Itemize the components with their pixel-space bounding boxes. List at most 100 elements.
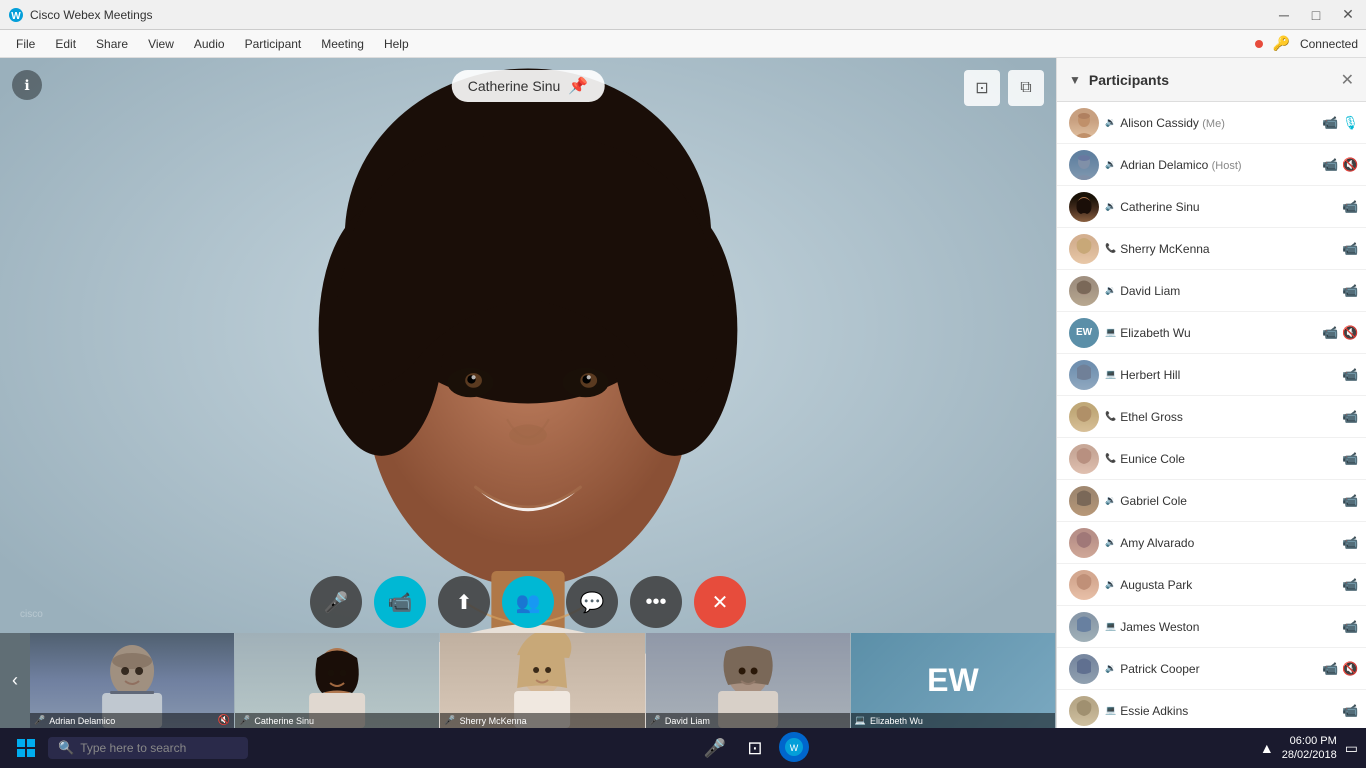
patrick-cam-icon: 📹	[1322, 661, 1338, 677]
avatar-alison	[1069, 108, 1099, 138]
search-placeholder: Type here to search	[80, 741, 186, 755]
thumb-4-label: 🎤 David Liam	[646, 713, 850, 728]
thumb-4-name: David Liam	[665, 716, 710, 726]
taskbar-webex-icon[interactable]: W	[779, 732, 809, 762]
thumb-4[interactable]: 🎤 David Liam	[646, 633, 851, 728]
avatar-augusta	[1069, 570, 1099, 600]
participant-row-elizabeth[interactable]: EW 💻 Elizabeth Wu 📹 🔇	[1057, 312, 1366, 354]
taskbar-up-arrow[interactable]: ▲	[1260, 740, 1274, 756]
menu-view[interactable]: View	[140, 35, 182, 53]
swap-layout-button[interactable]: ⧉	[1008, 70, 1044, 106]
menu-meeting[interactable]: Meeting	[313, 35, 372, 53]
participants-button[interactable]: 👥	[502, 576, 554, 628]
cisco-logo-icon: W	[8, 7, 24, 23]
menu-edit[interactable]: Edit	[47, 35, 84, 53]
thumb-2-name: Catherine Sinu	[254, 716, 314, 726]
participant-row-patrick[interactable]: 🔉 Patrick Cooper 📹 🔇	[1057, 648, 1366, 690]
taskbar-display-icon[interactable]: ⊡	[739, 732, 771, 764]
eunice-cam-icon: 📹	[1342, 451, 1358, 467]
thumb-2[interactable]: 🎤 Catherine Sinu	[235, 633, 440, 728]
participant-row-amy[interactable]: 🔉 Amy Alvarado 📹	[1057, 522, 1366, 564]
menu-file[interactable]: File	[8, 35, 43, 53]
elizabeth-mute-icon: 🔇	[1342, 325, 1358, 341]
catherine-cam-icon: 📹	[1342, 199, 1358, 215]
participant-row-james[interactable]: 💻 James Weston 📹	[1057, 606, 1366, 648]
david-cam-icon: 📹	[1342, 283, 1358, 299]
participant-name-herbert: Herbert Hill	[1120, 368, 1338, 382]
participant-name-alison: Alison Cassidy (Me)	[1120, 116, 1318, 130]
taskbar-mic-icon[interactable]: 🎤	[699, 732, 731, 764]
gabriel-mic-status: 🔉	[1105, 495, 1116, 506]
patrick-icons: 📹 🔇	[1322, 661, 1358, 677]
panel-header: ▼ Participants ✕	[1057, 58, 1366, 102]
participant-row-catherine[interactable]: 🔉 Catherine Sinu 📹	[1057, 186, 1366, 228]
info-button[interactable]: ℹ	[12, 70, 42, 100]
participants-panel: ▼ Participants ✕ 🔉 Alison Cassidy (Me) 📹…	[1056, 58, 1366, 728]
participant-row-augusta[interactable]: 🔉 Augusta Park 📹	[1057, 564, 1366, 606]
participant-row-alison[interactable]: 🔉 Alison Cassidy (Me) 📹 🎙	[1057, 102, 1366, 144]
alison-mic-icon: 🎙	[1342, 115, 1358, 131]
fit-icon: ⊡	[975, 78, 988, 98]
minimize-button[interactable]: ─	[1274, 5, 1294, 25]
james-cam-icon: 📹	[1342, 619, 1358, 635]
menu-audio[interactable]: Audio	[186, 35, 233, 53]
thumb-1-mute-icon: 🔇	[218, 715, 230, 726]
thumb-3-name: Sherry McKenna	[460, 716, 527, 726]
participant-row-sherry[interactable]: 📞 Sherry McKenna 📹	[1057, 228, 1366, 270]
end-call-button[interactable]: ✕	[694, 576, 746, 628]
search-icon: 🔍	[58, 740, 74, 756]
svg-text:W: W	[790, 743, 799, 753]
close-panel-button[interactable]: ✕	[1341, 70, 1354, 90]
participant-row-eunice[interactable]: 📞 Eunice Cole 📹	[1057, 438, 1366, 480]
mic-icon: 🎤	[324, 590, 349, 615]
participant-name-augusta: Augusta Park	[1120, 578, 1338, 592]
participant-name-amy: Amy Alvarado	[1120, 536, 1338, 550]
thumb-left-arrow[interactable]: ‹	[0, 633, 30, 728]
chat-button[interactable]: 💬	[566, 576, 618, 628]
search-box[interactable]: 🔍 Type here to search	[48, 737, 248, 759]
participant-name-ethel: Ethel Gross	[1120, 410, 1338, 424]
thumb-3[interactable]: 🎤 Sherry McKenna	[440, 633, 645, 728]
thumb-5[interactable]: EW 💻 Elizabeth Wu	[851, 633, 1056, 728]
mute-button[interactable]: 🎤	[310, 576, 362, 628]
window-controls: ─ □ ✕	[1274, 5, 1358, 25]
participant-name-sherry: Sherry McKenna	[1120, 242, 1338, 256]
participant-name-elizabeth: Elizabeth Wu	[1120, 326, 1318, 340]
pin-icon[interactable]: 📌	[568, 76, 588, 96]
amy-mic-status: 🔉	[1105, 537, 1116, 548]
share-button[interactable]: ⬆	[438, 576, 490, 628]
participant-row-ethel[interactable]: 📞 Ethel Gross 📹	[1057, 396, 1366, 438]
video-button[interactable]: 📹	[374, 576, 426, 628]
thumb-1[interactable]: 🎤 Adrian Delamico 🔇	[30, 633, 235, 728]
eunice-mic-status: 📞	[1105, 453, 1116, 464]
fit-screen-button[interactable]: ⊡	[964, 70, 1000, 106]
participant-row-david[interactable]: 🔉 David Liam 📹	[1057, 270, 1366, 312]
avatar-eunice	[1069, 444, 1099, 474]
taskbar-desktop-icon[interactable]: ▭	[1345, 740, 1358, 757]
adrian-mute-icon: 🔇	[1342, 157, 1358, 173]
avatar-david	[1069, 276, 1099, 306]
menu-help[interactable]: Help	[376, 35, 417, 53]
participant-name-catherine: Catherine Sinu	[1120, 200, 1338, 214]
thumb-2-mic-icon: 🎤	[239, 715, 250, 726]
participant-row-herbert[interactable]: 💻 Herbert Hill 📹	[1057, 354, 1366, 396]
alison-cam-icon: 📹	[1322, 115, 1338, 131]
menu-participant[interactable]: Participant	[237, 35, 310, 53]
cisco-watermark: cisco	[20, 603, 80, 628]
avatar-patrick	[1069, 654, 1099, 684]
participant-row-adrian[interactable]: 🔉 Adrian Delamico (Host) 📹 🔇	[1057, 144, 1366, 186]
david-icons: 📹	[1342, 283, 1358, 299]
thumb-3-label: 🎤 Sherry McKenna	[440, 713, 644, 728]
participants-icon: 👥	[516, 590, 541, 615]
participant-row-essie[interactable]: 💻 Essie Adkins 📹	[1057, 690, 1366, 728]
menu-share[interactable]: Share	[88, 35, 136, 53]
meeting-controls: 🎤 📹 ⬆ 👥 💬 ••• ✕	[310, 576, 746, 628]
thumb-5-label: 💻 Elizabeth Wu	[851, 713, 1055, 728]
catherine-mic-status: 🔉	[1105, 201, 1116, 212]
svg-text:W: W	[11, 11, 21, 22]
close-button[interactable]: ✕	[1338, 5, 1358, 25]
maximize-button[interactable]: □	[1306, 5, 1326, 25]
start-button[interactable]	[8, 730, 44, 766]
participant-row-gabriel[interactable]: 🔉 Gabriel Cole 📹	[1057, 480, 1366, 522]
more-button[interactable]: •••	[630, 576, 682, 628]
